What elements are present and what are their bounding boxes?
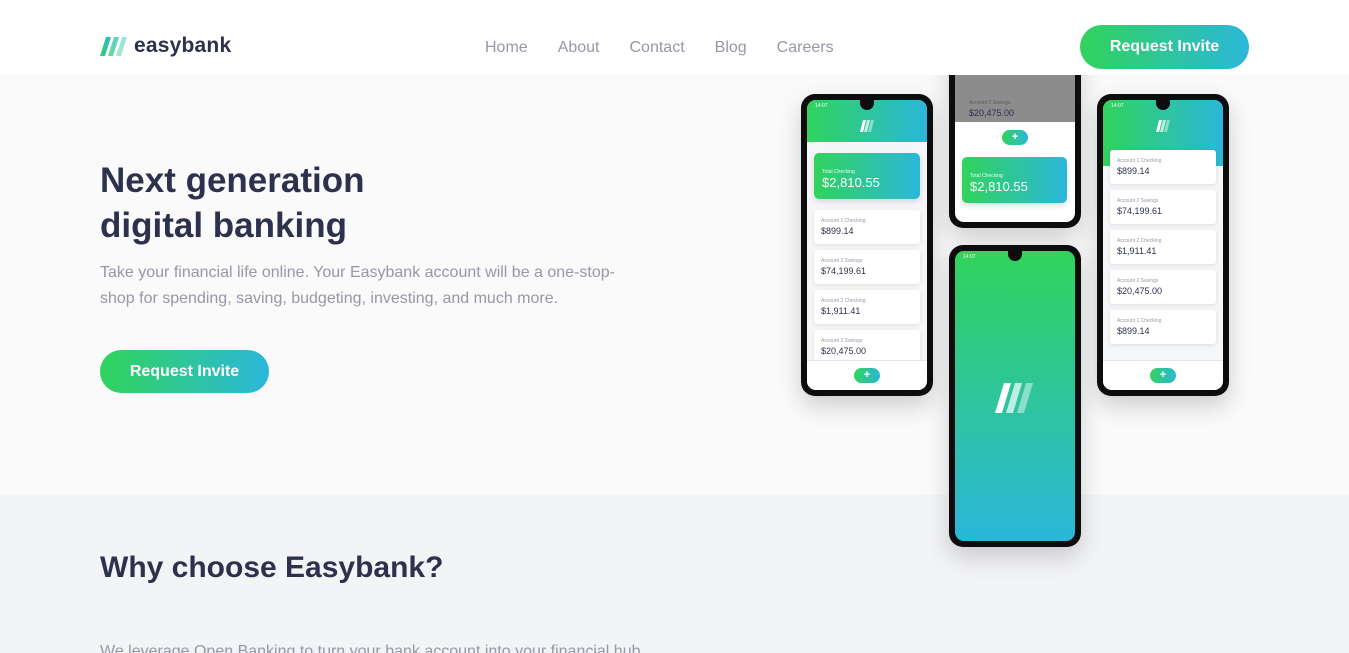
account-label: Account 2 Savings [1117, 198, 1159, 204]
nav-link-home[interactable]: Home [485, 38, 528, 58]
account-label: Account 2 Checking [1117, 238, 1162, 244]
phone-center: 14:07 [949, 245, 1081, 547]
phone-right-bottom-bar: + [1103, 360, 1223, 390]
phone-right-account-card: Account 2 Checking $1,911.41 [1110, 230, 1216, 264]
phone-left-account-card: Account 1 Checking $899.14 [814, 210, 920, 244]
phone-center-screen: 14:07 [955, 251, 1075, 541]
phone-left-total-amount: $2,810.55 [822, 175, 880, 190]
account-amount: $74,199.61 [821, 266, 867, 276]
phone-top-account-label: Account 2 Savings [969, 100, 1011, 106]
account-label: Account 2 Savings [821, 338, 863, 344]
account-amount: $20,475.00 [821, 346, 867, 356]
phone-left-account-card: Account 2 Savings $20,475.00 [814, 330, 920, 364]
site-header: easybank Home About Contact Blog Careers… [0, 0, 1349, 75]
account-amount: $1,911.41 [821, 306, 861, 316]
phone-right-add-button: + [1150, 368, 1176, 383]
hero-title-line-2: digital banking [100, 206, 347, 245]
phone-right-account-card: Account 1 Checking $899.14 [1110, 150, 1216, 184]
account-label: Account 2 Savings [821, 258, 863, 264]
account-amount: $899.14 [821, 226, 854, 236]
phone-left-add-button: + [854, 368, 880, 383]
phone-left-bottom-bar: + [807, 360, 927, 390]
phone-top-total-card: Total Checking $2,810.55 [962, 157, 1067, 203]
easybank-logo-icon [100, 37, 127, 56]
phone-left-logo-icon [860, 120, 874, 132]
phone-top-total-amount: $2,810.55 [970, 179, 1028, 194]
phone-top-add-button: + [1002, 130, 1028, 145]
phone-right-account-card: Account 2 Savings $20,475.00 [1110, 270, 1216, 304]
why-section-title: Why choose Easybank? [100, 551, 444, 584]
account-label: Account 1 Checking [1117, 158, 1162, 164]
hero-description: Take your financial life online. Your Ea… [100, 264, 615, 307]
phone-center-status-time: 14:07 [963, 254, 976, 260]
phone-left-status-time: 14:07 [815, 103, 828, 109]
phone-left: 14:07 Total Checking $2,810.55 Account 1… [801, 94, 933, 396]
nav-link-blog[interactable]: Blog [715, 38, 747, 58]
phone-left-account-card: Account 2 Savings $74,199.61 [814, 250, 920, 284]
phone-left-total-card: Total Checking $2,810.55 [814, 153, 920, 199]
easybank-logo[interactable]: easybank [100, 34, 231, 58]
why-section-text: We leverage Open Banking to turn your ba… [100, 643, 645, 653]
account-label: Account 1 Checking [1117, 318, 1162, 324]
account-amount: $899.14 [1117, 166, 1150, 176]
phone-left-screen: 14:07 Total Checking $2,810.55 Account 1… [807, 100, 927, 390]
hero-title-line-1: Next generation [100, 161, 365, 200]
phone-left-account-card: Account 2 Checking $1,911.41 [814, 290, 920, 324]
phone-right-screen: 14:07 Account 1 Checking $899.14 Account… [1103, 100, 1223, 390]
account-amount: $20,475.00 [1117, 286, 1163, 296]
nav-link-careers[interactable]: Careers [777, 38, 834, 58]
account-amount: $899.14 [1117, 326, 1150, 336]
account-label: Account 2 Checking [821, 298, 866, 304]
phone-right: 14:07 Account 1 Checking $899.14 Account… [1097, 94, 1229, 396]
phone-right-logo-icon [1156, 120, 1170, 132]
phone-top-account: Account 2 Savings $20,475.00 [969, 100, 1014, 118]
account-amount: $74,199.61 [1117, 206, 1163, 216]
nav-link-contact[interactable]: Contact [630, 38, 685, 58]
main-nav: Home About Contact Blog Careers [485, 38, 834, 58]
header-request-invite-button[interactable]: Request Invite [1080, 25, 1249, 69]
phone-right-account-card: Account 2 Savings $74,199.61 [1110, 190, 1216, 224]
account-amount: $1,911.41 [1117, 246, 1157, 256]
phone-center-logo-icon [995, 383, 1033, 413]
hero-title: Next generation digital banking [100, 158, 520, 248]
account-label: Account 2 Savings [1117, 278, 1159, 284]
logo-wordmark: easybank [134, 34, 232, 57]
phone-right-account-card: Account 1 Checking $899.14 [1110, 310, 1216, 344]
account-label: Account 1 Checking [821, 218, 866, 224]
hero-request-invite-button[interactable]: Request Invite [100, 350, 269, 393]
phone-top-account-amount: $20,475.00 [969, 108, 1015, 118]
phone-right-status-time: 14:07 [1111, 103, 1124, 109]
nav-link-about[interactable]: About [558, 38, 600, 58]
